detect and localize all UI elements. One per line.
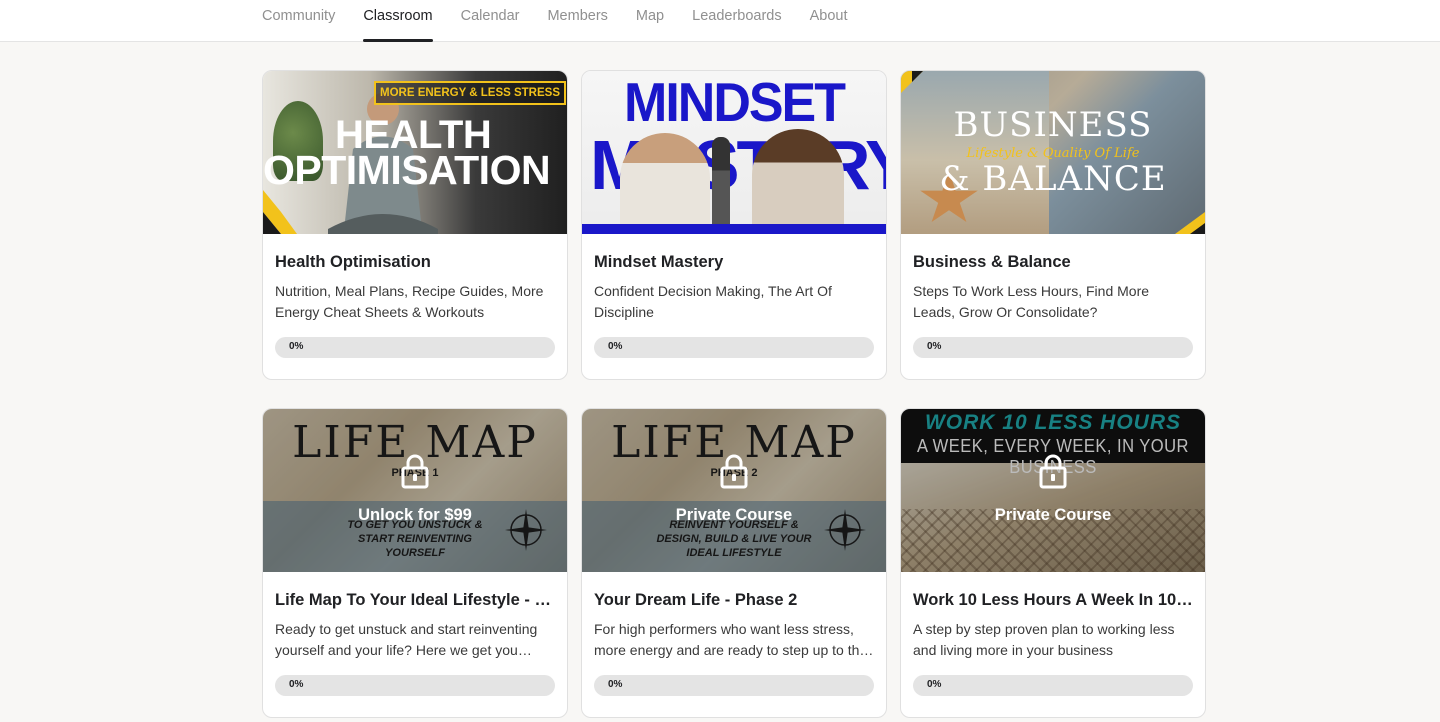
course-description: Ready to get unstuck and start reinventi…	[275, 621, 538, 658]
triangle-decoration	[263, 190, 297, 234]
tab-leaderboards[interactable]: Leaderboards	[692, 0, 782, 42]
tab-map[interactable]: Map	[636, 0, 664, 42]
progress-bar: 0%	[913, 337, 1193, 358]
course-title: Work 10 Less Hours A Week In 10 Weeks	[913, 591, 1193, 609]
course-title: Health Optimisation	[275, 253, 431, 271]
progress-label: 0%	[927, 679, 942, 690]
lock-icon	[1039, 454, 1067, 489]
cover-stripe	[582, 224, 886, 234]
cover-badge: MORE ENERGY & LESS STRESS	[374, 81, 566, 105]
top-nav: Community Classroom Calendar Members Map…	[0, 0, 1440, 42]
progress-label: 0%	[608, 679, 623, 690]
course-cover: MINDSET MASTERY	[582, 71, 886, 234]
course-grid: MORE ENERGY & LESS STRESS HEALTH OPTIMIS…	[262, 70, 1206, 718]
progress-label: 0%	[289, 341, 304, 352]
triangle-decoration	[1175, 212, 1205, 234]
course-cover: WORK 10 LESS HOURS A WEEK, EVERY WEEK, I…	[901, 409, 1205, 572]
nav-tabs: Community Classroom Calendar Members Map…	[262, 0, 876, 42]
tab-classroom[interactable]: Classroom	[363, 0, 433, 42]
tab-community[interactable]: Community	[262, 0, 335, 42]
course-title: Business & Balance	[913, 253, 1071, 271]
lock-icon	[720, 454, 748, 489]
progress-label: 0%	[289, 679, 304, 690]
course-card-mindset-mastery[interactable]: MINDSET MASTERY Mindset Mastery Confiden…	[581, 70, 887, 380]
podcast-host-graphic	[620, 133, 710, 233]
course-description: Steps To Work Less Hours, Find More Lead…	[913, 283, 1150, 320]
course-card-business-balance[interactable]: BUSINESS Lifestyle & Quality Of Life & B…	[900, 70, 1206, 380]
progress-bar: 0%	[275, 675, 555, 696]
locked-shade	[901, 409, 1205, 572]
cover-title-line1: BUSINESS	[953, 105, 1153, 145]
cover-title-line2: & BALANCE	[939, 159, 1167, 199]
course-title: Life Map To Your Ideal Lifestyle - Phase…	[275, 591, 555, 609]
lock-icon	[401, 454, 429, 489]
cover-title-line2: OPTIMISATION	[263, 147, 551, 193]
progress-bar: 0%	[594, 337, 874, 358]
progress-bar: 0%	[594, 675, 874, 696]
course-title: Mindset Mastery	[594, 253, 724, 271]
course-card-dream-life-phase-2[interactable]: LIFE MAP PHASE 2 REINVENT YOURSELF & DES…	[581, 408, 887, 718]
progress-label: 0%	[927, 341, 942, 352]
course-description: A step by step proven plan to working le…	[913, 621, 1175, 658]
private-course-label: Private Course	[675, 506, 793, 524]
course-description: Confident Decision Making, The Art Of Di…	[594, 283, 832, 320]
private-course-label: Private Course	[994, 506, 1112, 524]
course-description: Nutrition, Meal Plans, Recipe Guides, Mo…	[275, 283, 544, 320]
course-title: Your Dream Life - Phase 2	[594, 591, 798, 609]
course-cover: LIFE MAP PHASE 1 TO GET YOU UNSTUCK & ST…	[263, 409, 567, 572]
locked-shade	[582, 409, 886, 572]
course-cover: BUSINESS Lifestyle & Quality Of Life & B…	[901, 71, 1205, 234]
course-card-life-map-phase-1[interactable]: LIFE MAP PHASE 1 TO GET YOU UNSTUCK & ST…	[262, 408, 568, 718]
progress-bar: 0%	[913, 675, 1193, 696]
course-cover: MORE ENERGY & LESS STRESS HEALTH OPTIMIS…	[263, 71, 567, 234]
triangle-decoration	[901, 71, 923, 93]
course-card-work-10-less-hours[interactable]: WORK 10 LESS HOURS A WEEK, EVERY WEEK, I…	[900, 408, 1206, 718]
course-card-health-optimisation[interactable]: MORE ENERGY & LESS STRESS HEALTH OPTIMIS…	[262, 70, 568, 380]
course-cover: LIFE MAP PHASE 2 REINVENT YOURSELF & DES…	[582, 409, 886, 572]
tab-about[interactable]: About	[810, 0, 848, 42]
locked-shade	[263, 409, 567, 572]
progress-label: 0%	[608, 341, 623, 352]
tab-calendar[interactable]: Calendar	[461, 0, 520, 42]
course-description: For high performers who want less stress…	[594, 621, 868, 658]
podcast-guest-graphic	[752, 129, 844, 234]
microphone-icon	[712, 137, 730, 233]
tab-members[interactable]: Members	[547, 0, 607, 42]
progress-bar: 0%	[275, 337, 555, 358]
unlock-price-label[interactable]: Unlock for $99	[263, 506, 567, 525]
